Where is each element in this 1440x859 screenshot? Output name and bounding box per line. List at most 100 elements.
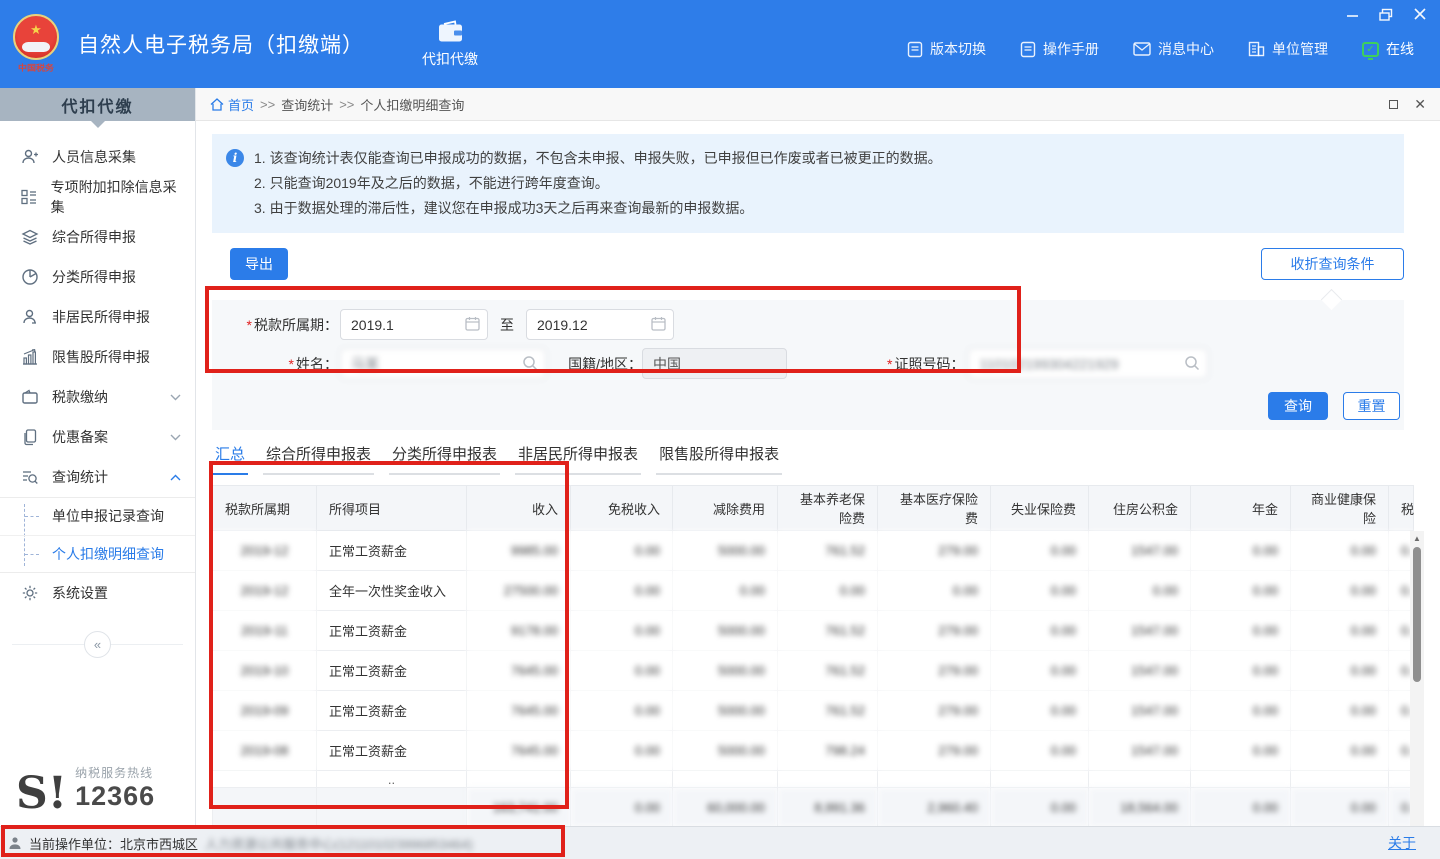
panel-caret (1321, 289, 1342, 310)
search-icon[interactable] (1184, 355, 1200, 371)
cell-amount: 0.00 (1291, 611, 1389, 651)
name-input[interactable] (340, 348, 546, 379)
cell-amount: 18,564.00 (1089, 788, 1191, 828)
sidebar-item-preferential-filing[interactable]: 优惠备案 (0, 417, 195, 457)
panel-maximize-icon[interactable] (1389, 100, 1398, 109)
cell-period: 2019-12 (213, 571, 317, 611)
vertical-scroll-thumb[interactable] (1413, 547, 1421, 682)
scroll-up-icon[interactable]: ▲ (1410, 533, 1424, 545)
reset-button[interactable]: 重置 (1343, 392, 1400, 420)
query-button[interactable]: 查询 (1268, 392, 1328, 420)
menu-label: 操作手册 (1043, 39, 1099, 59)
table-row[interactable]: 2019-11正常工资薪金9178.000.005000.00761.52279… (213, 611, 1414, 651)
cell-amount: 1547.00 (1089, 651, 1191, 691)
panel-actions: 查询 重置 (1268, 392, 1400, 420)
cell-amount: 0.00 (673, 571, 778, 611)
sidebar-item-special-deduction[interactable]: 专项附加扣除信息采集 (0, 177, 195, 217)
online-status[interactable]: ✓ 在线 (1362, 39, 1414, 59)
sidebar-item-comprehensive-income[interactable]: 综合所得申报 (0, 217, 195, 257)
id-number-input[interactable] (968, 348, 1208, 379)
sidebar: 代扣代缴 人员信息采集 专项附加扣除信息采集 综合所得申报 分类所得申报 非居民… (0, 88, 196, 826)
submenu-item-unit-declaration-query[interactable]: 单位申报记录查询 (0, 498, 195, 535)
id-number-label: *证照号码： (887, 354, 964, 374)
panel-close-icon[interactable]: ✕ (1414, 97, 1426, 111)
hotline-number: 12366 (75, 783, 155, 810)
tab-nonresident[interactable]: 非居民所得申报表 (515, 443, 641, 475)
table-row[interactable]: 2019-12全年一次性奖金收入27500.000.000.000.000.00… (213, 571, 1414, 611)
cell-amount: 761.52 (778, 611, 878, 651)
chevron-down-icon (170, 434, 181, 441)
cell-amount: 5000.00 (673, 691, 778, 731)
menu-label: 消息中心 (1158, 39, 1214, 59)
restore-icon[interactable] (1378, 6, 1394, 22)
breadcrumb-item[interactable]: 查询统计 (281, 95, 333, 114)
menu-unit-management[interactable]: 单位管理 (1248, 39, 1328, 59)
sidebar-item-label: 系统设置 (52, 583, 108, 603)
cell-period: 2019-12 (213, 531, 317, 571)
table-row[interactable]: .. (213, 771, 1414, 788)
submenu-item-personal-withholding-query[interactable]: 个人扣缴明细查询 (0, 535, 195, 572)
about-link[interactable]: 关于 (1388, 833, 1416, 853)
search-list-icon (20, 468, 40, 486)
sidebar-item-personnel-info[interactable]: 人员信息采集 (0, 137, 195, 177)
tab-comprehensive[interactable]: 综合所得申报表 (263, 443, 374, 475)
sidebar-item-label: 分类所得申报 (52, 267, 136, 287)
cell-amount (571, 771, 673, 788)
table-row[interactable]: 2019-08正常工资薪金7645.000.005000.00798.24279… (213, 731, 1414, 771)
cell-amount: 279.00 (878, 691, 991, 731)
sidebar-item-query-statistics[interactable]: 查询统计 (0, 457, 195, 497)
status-bar: 当前操作单位：北京市西城区 人力资源公共服务中心(121101023996853… (0, 826, 1440, 859)
module-tab-withholding[interactable]: 代扣代缴 (422, 20, 478, 69)
cell-income-item: 全年一次性奖金收入 (317, 571, 467, 611)
menu-manual[interactable]: 操作手册 (1020, 39, 1099, 59)
result-table-area: 税款所属期所得项目收入免税收入减除费用基本养老保险费基本医疗保险费失业保险费住房… (212, 485, 1424, 845)
calendar-icon[interactable] (465, 316, 480, 331)
export-button[interactable]: 导出 (230, 248, 288, 280)
cell-amount: 0.00 (1191, 691, 1291, 731)
tab-restricted-shares[interactable]: 限售股所得申报表 (656, 443, 782, 475)
table-total-row[interactable]: ----163,741.000.0060,000.008,991.362,960… (213, 788, 1414, 828)
calendar-icon[interactable] (651, 316, 666, 331)
minimize-icon[interactable] (1344, 6, 1360, 22)
cell-amount: 5000.00 (673, 651, 778, 691)
mail-icon (1133, 42, 1151, 56)
period-row: *税款所属期： 至 (222, 309, 674, 340)
column-header: 年金 (1191, 486, 1291, 531)
layers-icon (20, 228, 40, 246)
name-label: *姓名： (222, 354, 338, 374)
cell-amount: 7645.00 (467, 691, 571, 731)
cell-amount: 0.00 (1291, 651, 1389, 691)
close-icon[interactable] (1412, 6, 1428, 22)
tab-summary[interactable]: 汇总 (212, 443, 248, 475)
table-row[interactable]: 2019-09正常工资薪金7645.000.005000.00761.52279… (213, 691, 1414, 731)
sidebar-item-classified-income[interactable]: 分类所得申报 (0, 257, 195, 297)
sidebar-collapse-button[interactable]: « (84, 631, 111, 658)
result-table: 税款所属期所得项目收入免税收入减除费用基本养老保险费基本医疗保险费失业保险费住房… (212, 485, 1414, 828)
menu-message-center[interactable]: 消息中心 (1133, 39, 1214, 59)
document-icon (907, 41, 923, 58)
vertical-scrollbar[interactable]: ▲ ▼ (1410, 531, 1424, 845)
cell-amount: 0.00 (1089, 571, 1191, 611)
breadcrumb-home[interactable]: 首页 (210, 95, 254, 114)
sidebar-item-nonresident-income[interactable]: 非居民所得申报 (0, 297, 195, 337)
content: 首页 >> 查询统计 >> 个人扣缴明细查询 ✕ i 1. 该查询统计表仅能查询… (196, 88, 1440, 826)
cell-amount: 0.00 (571, 531, 673, 571)
cell-income-item: .. (317, 771, 467, 788)
collapse-query-button[interactable]: 收折查询条件 (1261, 248, 1404, 280)
sidebar-item-system-settings[interactable]: 系统设置 (0, 573, 195, 613)
menu-version-switch[interactable]: 版本切换 (907, 39, 986, 59)
name-field (340, 348, 546, 379)
online-monitor-icon: ✓ (1362, 42, 1379, 57)
sidebar-nav: 人员信息采集 专项附加扣除信息采集 综合所得申报 分类所得申报 非居民所得申报 … (0, 121, 195, 658)
cell-amount: 7645.00 (467, 731, 571, 771)
info-icon: i (226, 149, 244, 167)
sidebar-item-tax-payment[interactable]: 税款缴纳 (0, 377, 195, 417)
cell-amount: 0.00 (571, 788, 673, 828)
search-icon[interactable] (522, 355, 538, 371)
tab-classified[interactable]: 分类所得申报表 (389, 443, 500, 475)
table-row[interactable]: 2019-12正常工资薪金9985.000.005000.00761.52279… (213, 531, 1414, 571)
table-row[interactable]: 2019-10正常工资薪金7645.000.005000.00761.52279… (213, 651, 1414, 691)
sidebar-item-restricted-shares[interactable]: 限售股所得申报 (0, 337, 195, 377)
cell-amount: 0.00 (1291, 788, 1389, 828)
tax-bureau-logo: ★ 中国税务 (10, 14, 62, 78)
